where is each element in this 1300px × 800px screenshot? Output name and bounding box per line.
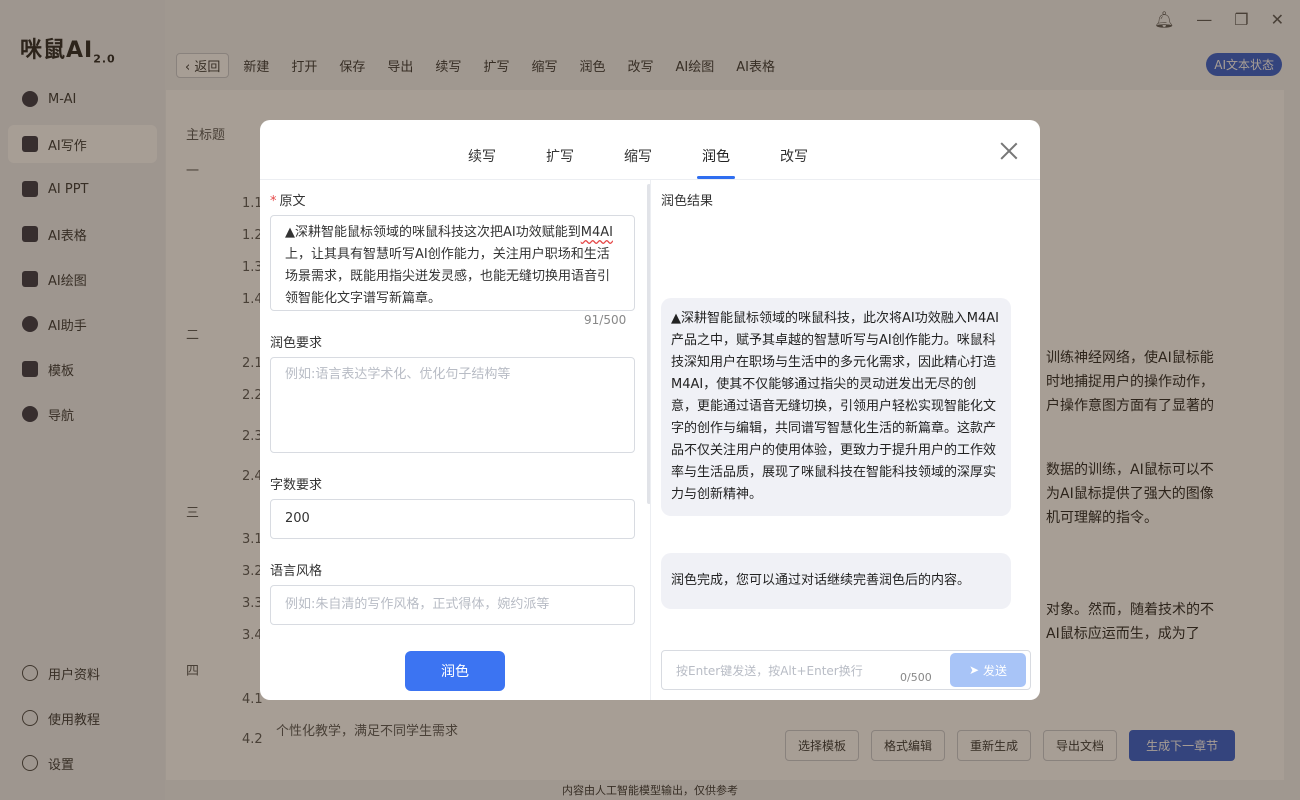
chat-placeholder: 按Enter键发送，按Alt+Enter换行 <box>676 664 863 678</box>
length-label: 字数要求 <box>270 478 323 493</box>
original-text-input[interactable]: ▲深耕智能鼠标领域的咪鼠科技这次把AI功效赋能到M4AI上，让其具有智慧听写AI… <box>270 215 635 311</box>
polish-result-panel: 润色结果 ▲深耕智能鼠标领域的咪鼠科技，此次将AI功效融入M4AI产品之中，赋予… <box>651 180 1040 700</box>
tab-expand[interactable]: 扩写 <box>546 146 574 166</box>
polish-form: * 原文 ▲深耕智能鼠标领域的咪鼠科技这次把AI功效赋能到M4AI上，让其具有智慧… <box>260 180 650 700</box>
dialog-tabs: 续写 扩写 缩写 润色 改写 <box>260 120 1040 180</box>
send-label: 发送 <box>983 663 1008 678</box>
original-label: * 原文 <box>270 194 306 209</box>
style-label: 语言风格 <box>270 564 323 579</box>
tab-continue[interactable]: 续写 <box>468 146 496 166</box>
length-input[interactable]: 200 <box>270 499 635 539</box>
completion-message: 润色完成，您可以通过对话继续完善润色后的内容。 <box>661 553 1011 609</box>
active-tab-indicator <box>697 176 735 179</box>
result-label: 润色结果 <box>661 194 714 209</box>
polish-submit-button[interactable]: 润色 <box>405 651 505 691</box>
tab-rewrite[interactable]: 改写 <box>780 146 808 166</box>
requirement-label: 润色要求 <box>270 336 323 351</box>
chat-char-count: 0/500 <box>900 671 932 684</box>
close-icon[interactable] <box>1000 142 1018 160</box>
result-message: ▲深耕智能鼠标领域的咪鼠科技，此次将AI功效融入M4AI产品之中，赋予其卓越的智… <box>661 298 1011 516</box>
tab-polish[interactable]: 润色 <box>702 146 730 166</box>
requirement-input[interactable]: 例如:语言表达学术化、优化句子结构等 <box>270 357 635 453</box>
original-char-count: 91/500 <box>584 313 627 327</box>
polish-dialog: 续写 扩写 缩写 润色 改写 * 原文 ▲深耕智能鼠标领域的咪鼠科技这次把AI功效… <box>260 120 1040 700</box>
send-icon: ➤ <box>968 663 980 677</box>
send-button[interactable]: ➤ 发送 <box>950 653 1026 687</box>
style-input[interactable]: 例如:朱自清的写作风格，正式得体，婉约派等 <box>270 585 635 625</box>
tab-shorten[interactable]: 缩写 <box>624 146 652 166</box>
chat-input[interactable]: 按Enter键发送，按Alt+Enter换行 0/500 ➤ 发送 <box>661 650 1031 690</box>
